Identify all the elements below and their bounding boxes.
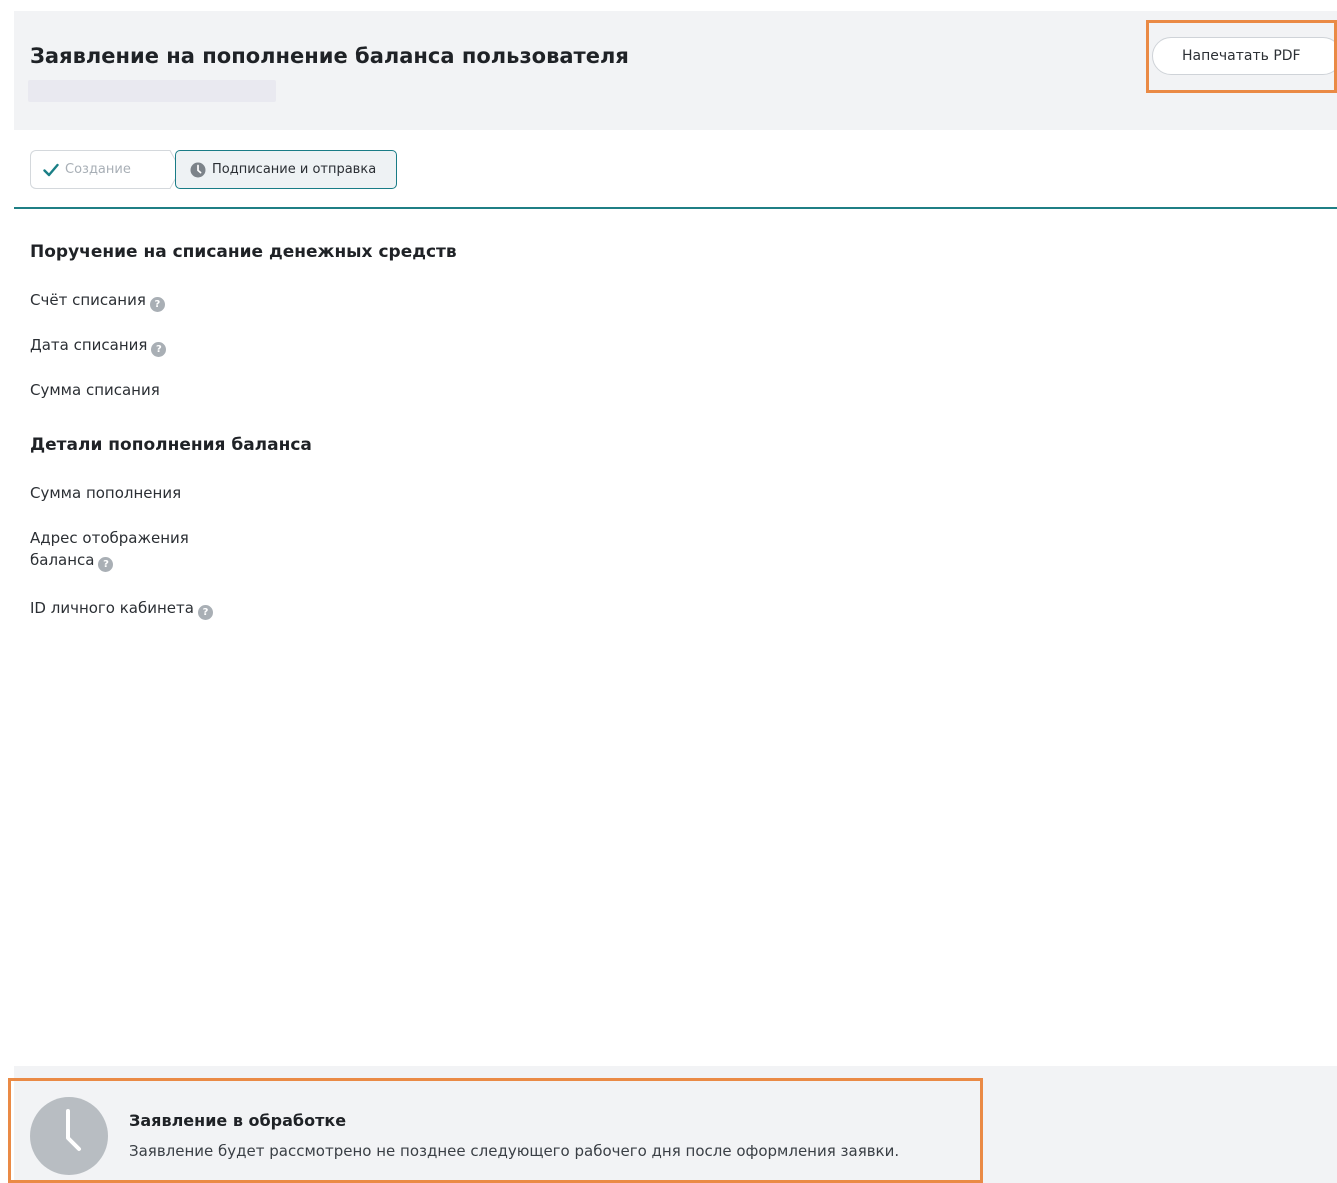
help-icon[interactable]: ? <box>151 342 167 357</box>
field-debit-amount-label: Сумма списания <box>30 381 160 399</box>
subtitle-placeholder <box>28 80 276 102</box>
step-create-label: Создание <box>65 162 131 177</box>
field-balance-address-label-line2: баланса <box>30 551 95 569</box>
step-sign-label: Подписание и отправка <box>212 162 377 177</box>
field-debit-amount: Сумма списания <box>30 379 160 401</box>
help-icon[interactable]: ? <box>149 297 165 312</box>
page-header: Заявление на пополнение баланса пользова… <box>14 11 1337 130</box>
field-topup-amount: Сумма пополнения <box>30 482 181 504</box>
help-icon[interactable]: ? <box>197 605 213 620</box>
stepper-divider <box>14 207 1337 209</box>
field-account-id-label: ID личного кабинета <box>30 599 194 617</box>
status-text: Заявление будет рассмотрено не позднее с… <box>129 1142 900 1160</box>
page-title: Заявление на пополнение баланса пользова… <box>30 44 629 68</box>
field-debit-date: Дата списания? <box>30 334 167 357</box>
clock-icon <box>30 1097 108 1175</box>
print-pdf-button[interactable]: Напечатать PDF <box>1152 37 1337 75</box>
section-title-topup-details: Детали пополнения баланса <box>30 435 312 455</box>
check-icon <box>43 163 59 177</box>
status-title: Заявление в обработке <box>129 1111 347 1130</box>
field-debit-account: Счёт списания? <box>30 289 165 312</box>
field-debit-account-label: Счёт списания <box>30 291 146 309</box>
step-sign-and-send[interactable]: Подписание и отправка <box>175 150 397 189</box>
clock-icon <box>190 162 206 178</box>
help-icon[interactable]: ? <box>98 557 114 572</box>
page: Заявление на пополнение баланса пользова… <box>0 0 1337 1183</box>
step-create[interactable]: Создание <box>30 150 170 189</box>
field-topup-amount-label: Сумма пополнения <box>30 484 182 502</box>
field-balance-address: Адрес отображения баланса? <box>30 527 189 572</box>
field-debit-date-label: Дата списания <box>30 336 148 354</box>
field-balance-address-label-line1: Адрес отображения <box>30 529 189 547</box>
field-account-id: ID личного кабинета? <box>30 597 213 620</box>
section-title-debit-order: Поручение на списание денежных средств <box>30 242 457 262</box>
